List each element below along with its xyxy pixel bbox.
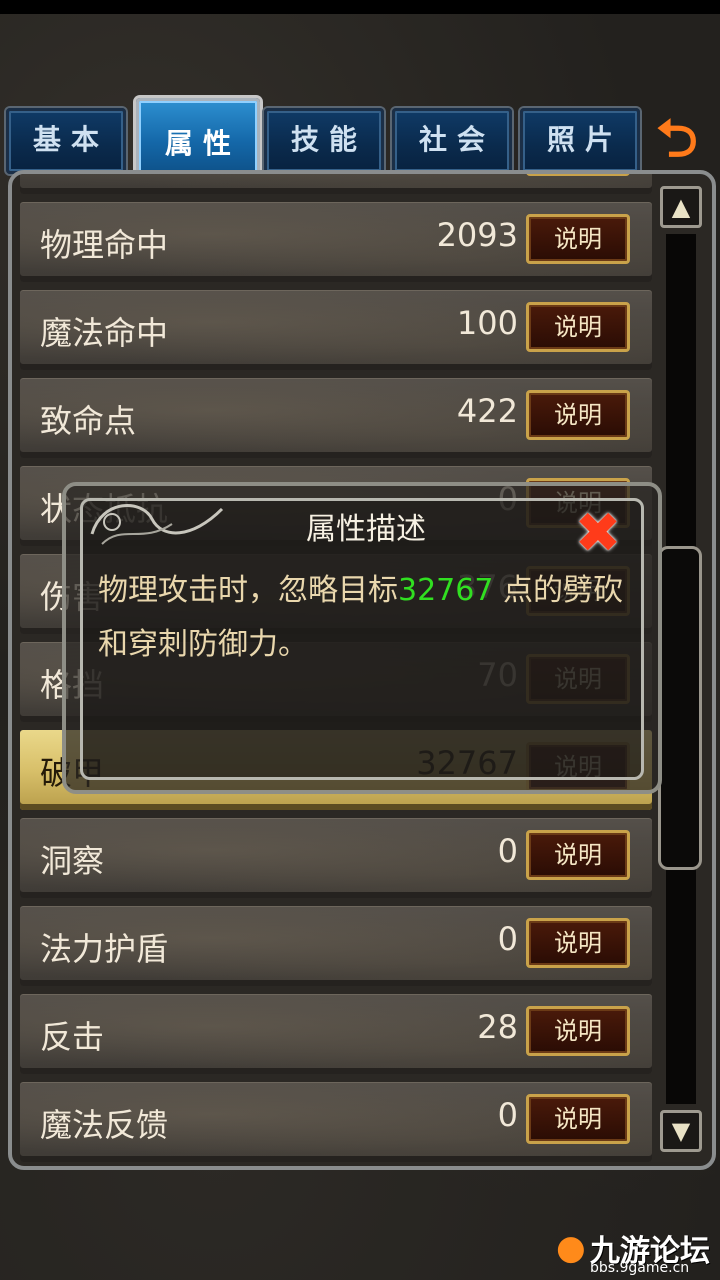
attribute-label: 魔法命中 bbox=[40, 314, 169, 352]
explain-button[interactable]: 说明 bbox=[526, 174, 630, 176]
attribute-label: 物理命中 bbox=[40, 226, 169, 264]
mascot-icon: ● bbox=[556, 1228, 586, 1268]
attribute-value: 0 bbox=[497, 920, 518, 958]
attribute-row[interactable]: 洞察 0 说明 bbox=[20, 818, 652, 898]
attribute-row[interactable]: 闪避246说明 bbox=[20, 174, 652, 194]
explain-button[interactable]: 说明 bbox=[526, 302, 630, 352]
attribute-description-dialog: 属性描述 ✖ 物理攻击时，忽略目标32767 点的劈砍和穿刺防御力。 bbox=[62, 482, 662, 794]
attribute-label: 致命点 bbox=[40, 402, 137, 440]
description-text-before: 物理攻击时，忽略目标 bbox=[98, 573, 398, 608]
tab-basic[interactable]: 基本 bbox=[6, 108, 126, 174]
scroll-down-icon[interactable]: ▼ bbox=[660, 1110, 702, 1152]
explain-button[interactable]: 说明 bbox=[526, 1094, 630, 1144]
description-number: 32767 bbox=[398, 573, 494, 608]
explain-button[interactable]: 说明 bbox=[526, 830, 630, 880]
close-icon[interactable]: ✖ bbox=[570, 506, 626, 562]
tab-social[interactable]: 社会 bbox=[392, 108, 512, 174]
tab-bar: 基本 属性 技能 社会 照片 ⮌ bbox=[6, 98, 718, 180]
attribute-row[interactable]: 魔法反馈 0 说明 bbox=[20, 1082, 652, 1162]
attribute-row[interactable]: 魔法命中 100 说明 bbox=[20, 290, 652, 370]
explain-button[interactable]: 说明 bbox=[526, 390, 630, 440]
watermark: ● 九游论坛 bbs.9game.cn bbox=[556, 1226, 716, 1276]
attribute-row[interactable]: 法力护盾 0 说明 bbox=[20, 906, 652, 986]
attribute-value: 28 bbox=[477, 1008, 518, 1046]
attribute-value: 0 bbox=[497, 832, 518, 870]
attribute-label: 魔法反馈 bbox=[40, 1106, 169, 1144]
attribute-value: 0 bbox=[497, 1096, 518, 1134]
attribute-value: 2093 bbox=[436, 216, 518, 254]
attribute-row[interactable]: 反击 28 说明 bbox=[20, 994, 652, 1074]
tab-photos[interactable]: 照片 bbox=[520, 108, 640, 174]
attribute-label: 洞察 bbox=[40, 842, 105, 880]
explain-button[interactable]: 说明 bbox=[526, 1006, 630, 1056]
tab-skills[interactable]: 技能 bbox=[264, 108, 384, 174]
attribute-row[interactable]: 致命点 422 说明 bbox=[20, 378, 652, 458]
watermark-url: bbs.9game.cn bbox=[590, 1260, 690, 1276]
attribute-label: 法力护盾 bbox=[40, 930, 169, 968]
scrollbar-thumb[interactable] bbox=[658, 546, 702, 870]
tab-attributes[interactable]: 属性 bbox=[136, 98, 260, 180]
status-bar bbox=[0, 0, 720, 14]
dialog-description: 物理攻击时，忽略目标32767 点的劈砍和穿刺防御力。 bbox=[98, 564, 638, 672]
attribute-label: 闪避 bbox=[40, 174, 104, 178]
explain-button[interactable]: 说明 bbox=[526, 214, 630, 264]
scroll-up-icon[interactable]: ▲ bbox=[660, 186, 702, 228]
explain-button[interactable]: 说明 bbox=[526, 918, 630, 968]
attribute-label: 反击 bbox=[40, 1018, 105, 1056]
attribute-value: 422 bbox=[456, 392, 518, 430]
attribute-row[interactable]: 物理命中 2093 说明 bbox=[20, 202, 652, 282]
back-icon[interactable]: ⮌ bbox=[648, 112, 706, 166]
attribute-value: 100 bbox=[456, 304, 518, 342]
